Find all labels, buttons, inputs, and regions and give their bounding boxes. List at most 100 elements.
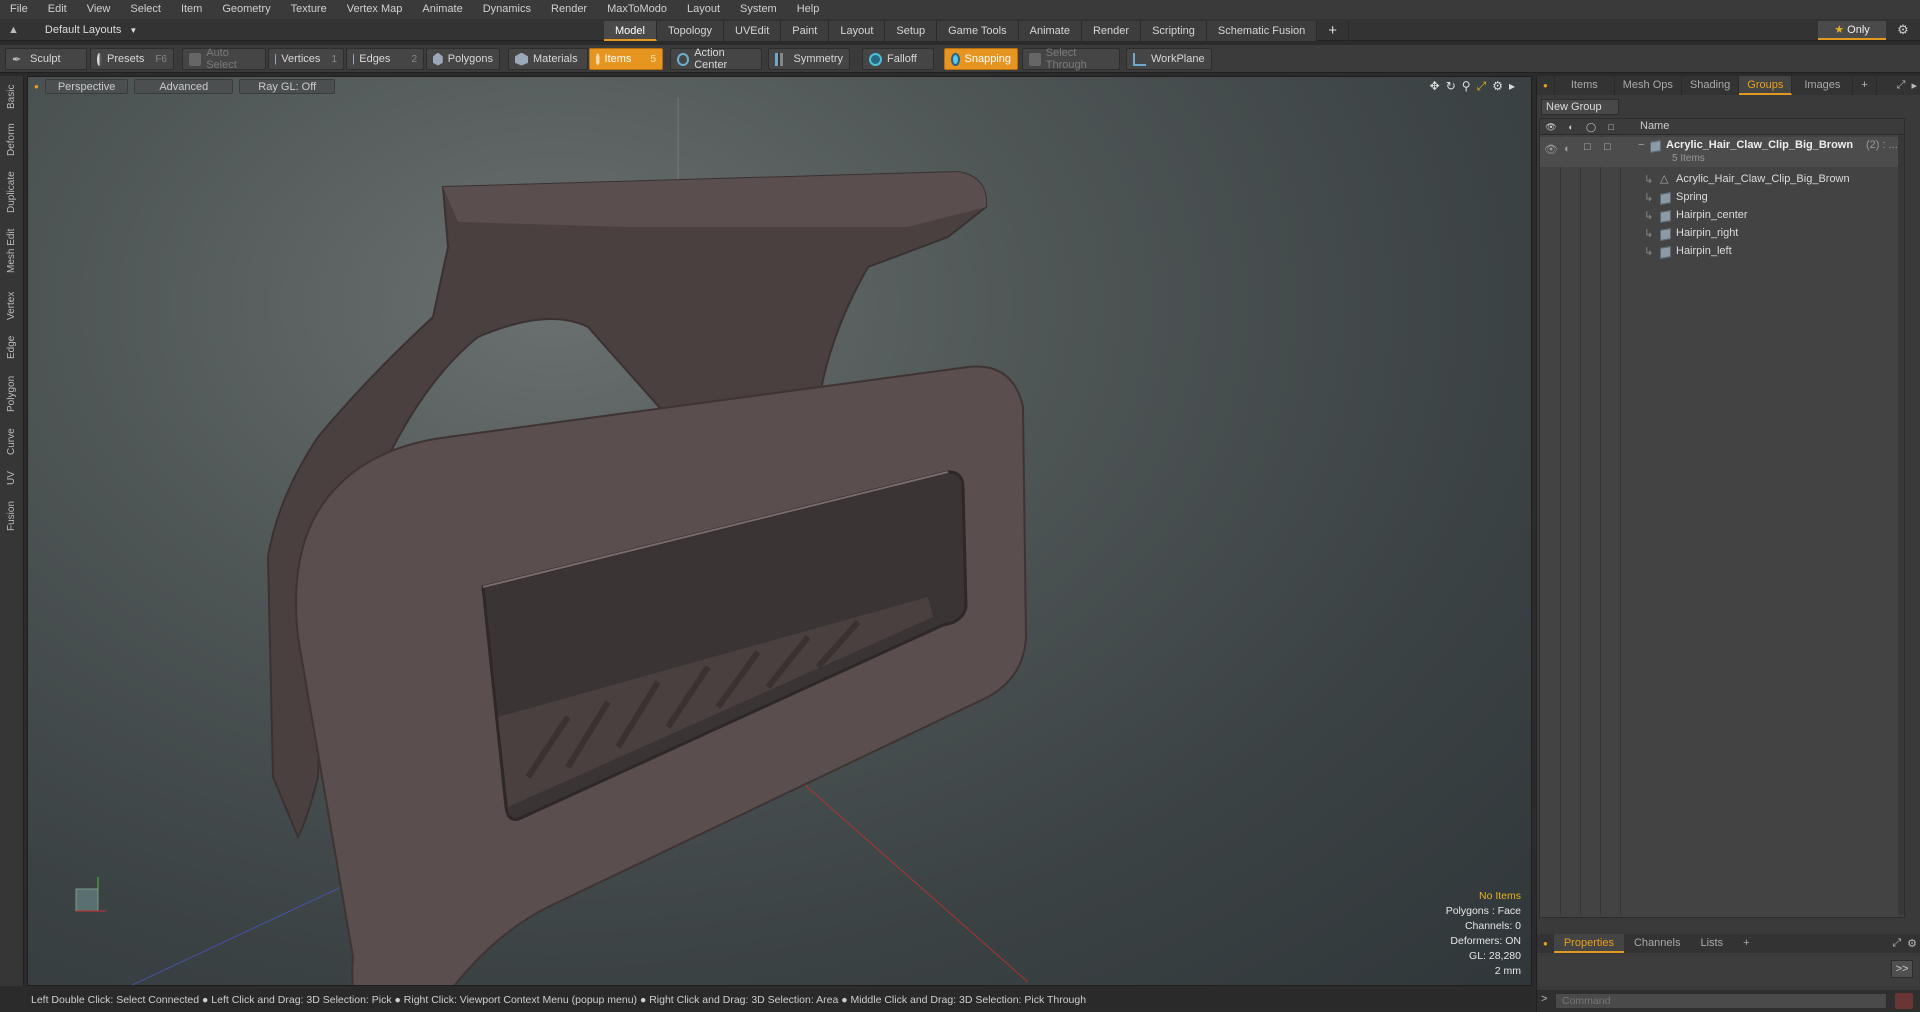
tab-mesh-ops[interactable]: Mesh Ops bbox=[1615, 76, 1682, 95]
view-mode-dropdown[interactable]: Perspective bbox=[44, 78, 129, 94]
add-panel-tab-icon[interactable]: + bbox=[1853, 76, 1877, 95]
tab-channels[interactable]: Channels bbox=[1624, 934, 1690, 953]
auto-select-button[interactable]: Auto Select bbox=[182, 47, 266, 71]
group-eye-icon[interactable]: 👁 bbox=[1544, 143, 1558, 156]
gear-icon[interactable]: ⚙ bbox=[1894, 21, 1912, 39]
panel-menu-dot[interactable]: ● bbox=[1537, 76, 1555, 95]
render-column-icon[interactable]: ◐ bbox=[1564, 121, 1578, 133]
left-tab-polygon[interactable]: Polygon bbox=[3, 372, 21, 416]
menu-item[interactable]: Item bbox=[171, 0, 212, 19]
tab-images[interactable]: Images bbox=[1792, 76, 1854, 95]
group-lock-checkbox[interactable]: □ bbox=[1584, 141, 1591, 153]
menu-view[interactable]: View bbox=[77, 0, 121, 19]
tab-groups[interactable]: Groups bbox=[1739, 76, 1793, 95]
select-through-button[interactable]: Select Through bbox=[1022, 47, 1120, 71]
left-tab-duplicate[interactable]: Duplicate bbox=[3, 168, 21, 216]
tab-lists[interactable]: Lists bbox=[1690, 934, 1733, 953]
raygl-dropdown[interactable]: Ray GL: Off bbox=[239, 78, 336, 94]
list-item[interactable]: ↳ Hairpin_right bbox=[1540, 225, 1904, 243]
tab-scripting[interactable]: Scripting bbox=[1141, 21, 1207, 41]
3d-viewport[interactable]: ● Perspective Advanced Ray GL: Off ✥ ↻ ⚲… bbox=[27, 76, 1532, 986]
tab-items[interactable]: Items bbox=[1555, 76, 1615, 95]
menu-layout[interactable]: Layout bbox=[677, 0, 730, 19]
viewport-expand-icon[interactable]: ▸ bbox=[1509, 79, 1515, 94]
menu-system[interactable]: System bbox=[730, 0, 787, 19]
list-item[interactable]: ↳ Spring bbox=[1540, 189, 1904, 207]
visibility-column-eye-icon[interactable]: 👁 bbox=[1544, 121, 1558, 133]
add-bottom-tab-icon[interactable]: + bbox=[1733, 934, 1759, 953]
viewport-gear-icon[interactable]: ⚙ bbox=[1492, 79, 1503, 94]
new-group-button[interactable]: New Group bbox=[1541, 99, 1619, 115]
command-stop-icon[interactable] bbox=[1895, 993, 1913, 1009]
edges-button[interactable]: Edges 2 bbox=[346, 48, 424, 70]
panel-arrow-icon[interactable]: ▸ bbox=[1911, 79, 1917, 92]
vertices-button[interactable]: Vertices 1 bbox=[268, 48, 344, 70]
tab-model[interactable]: Model bbox=[604, 21, 657, 41]
menu-geometry[interactable]: Geometry bbox=[212, 0, 280, 19]
group-render-icon[interactable]: ◐ bbox=[1564, 143, 1571, 155]
name-column-header[interactable]: Name bbox=[1640, 120, 1669, 132]
fit-view-icon[interactable]: ⤢ bbox=[1477, 79, 1487, 94]
tab-properties[interactable]: Properties bbox=[1553, 934, 1624, 953]
tab-animate[interactable]: Animate bbox=[1018, 21, 1082, 41]
groups-scrollbar[interactable] bbox=[1898, 135, 1904, 915]
left-tab-uv[interactable]: UV bbox=[3, 468, 21, 488]
polygons-button[interactable]: Polygons bbox=[426, 48, 500, 70]
bottom-expand-icon[interactable]: ⤢ bbox=[1892, 937, 1901, 950]
list-item[interactable]: ↳ Hairpin_left bbox=[1540, 243, 1904, 261]
zoom-view-icon[interactable]: ⚲ bbox=[1462, 79, 1471, 94]
menu-help[interactable]: Help bbox=[787, 0, 830, 19]
menu-edit[interactable]: Edit bbox=[38, 0, 77, 19]
expand-toggle-icon[interactable]: − bbox=[1638, 139, 1644, 151]
tab-layout[interactable]: Layout bbox=[829, 21, 886, 41]
tab-schematic-fusion[interactable]: Schematic Fusion bbox=[1206, 21, 1318, 41]
left-tab-basic[interactable]: Basic bbox=[3, 82, 21, 112]
menu-maxtomodo[interactable]: MaxToModo bbox=[597, 0, 677, 19]
snapping-button[interactable]: Snapping bbox=[944, 48, 1018, 70]
move-view-icon[interactable]: ✥ bbox=[1430, 79, 1440, 94]
list-item[interactable]: ↳ △ Acrylic_Hair_Claw_Clip_Big_Brown bbox=[1540, 171, 1904, 189]
left-tab-curve[interactable]: Curve bbox=[3, 426, 21, 458]
left-tab-edge[interactable]: Edge bbox=[3, 332, 21, 362]
viewport-menu-dot[interactable]: ● bbox=[34, 82, 39, 91]
menu-dynamics[interactable]: Dynamics bbox=[473, 0, 541, 19]
left-tab-vertex[interactable]: Vertex bbox=[3, 288, 21, 324]
group-select-checkbox[interactable]: □ bbox=[1604, 141, 1611, 153]
workplane-button[interactable]: WorkPlane bbox=[1126, 48, 1212, 70]
panel-expand-icon[interactable]: ⤢ bbox=[1897, 79, 1906, 92]
tab-render[interactable]: Render bbox=[1081, 21, 1142, 41]
layout-selector[interactable]: ▲ Default Layouts ▼ bbox=[8, 21, 137, 39]
items-button[interactable]: Items 5 bbox=[589, 48, 663, 70]
menu-animate[interactable]: Animate bbox=[412, 0, 472, 19]
list-item[interactable]: ↳ Hairpin_center bbox=[1540, 207, 1904, 225]
left-tab-mesh-edit[interactable]: Mesh Edit bbox=[3, 226, 21, 276]
sculpt-button[interactable]: ✒ Sculpt bbox=[5, 48, 87, 70]
select-column-icon[interactable]: □ bbox=[1604, 121, 1618, 133]
shading-dropdown[interactable]: Advanced bbox=[134, 78, 234, 94]
menu-select[interactable]: Select bbox=[120, 0, 171, 19]
presets-button[interactable]: Presets F6 bbox=[90, 48, 174, 70]
left-tab-fusion[interactable]: Fusion bbox=[3, 496, 21, 536]
tab-topology[interactable]: Topology bbox=[656, 21, 725, 41]
menu-vertex-map[interactable]: Vertex Map bbox=[337, 0, 413, 19]
menu-render[interactable]: Render bbox=[541, 0, 597, 19]
menu-texture[interactable]: Texture bbox=[281, 0, 337, 19]
bottom-panel-menu-dot[interactable]: ● bbox=[1537, 934, 1554, 953]
tab-shading[interactable]: Shading bbox=[1682, 76, 1740, 95]
rotate-view-icon[interactable]: ↻ bbox=[1446, 79, 1456, 94]
group-row[interactable]: 👁 ◐ □ □ − Acrylic_Hair_Claw_Clip_Big_Bro… bbox=[1540, 137, 1904, 167]
tab-game-tools[interactable]: Game Tools bbox=[937, 21, 1019, 41]
add-tab-icon[interactable]: + bbox=[1317, 21, 1350, 41]
command-input[interactable] bbox=[1555, 993, 1887, 1009]
left-tab-deform[interactable]: Deform bbox=[3, 120, 21, 160]
only-toggle[interactable]: ★ Only bbox=[1818, 21, 1886, 40]
falloff-button[interactable]: Falloff bbox=[862, 48, 934, 70]
tab-paint[interactable]: Paint bbox=[781, 21, 830, 41]
tab-uvedit[interactable]: UVEdit bbox=[724, 21, 782, 41]
bottom-gear-icon[interactable]: ⚙ bbox=[1907, 937, 1917, 950]
lock-column-icon[interactable]: ◯ bbox=[1584, 121, 1598, 133]
tab-setup[interactable]: Setup bbox=[885, 21, 938, 41]
expand-properties-button[interactable]: >> bbox=[1891, 960, 1913, 978]
action-center-button[interactable]: Action Center bbox=[670, 47, 762, 71]
menu-file[interactable]: File bbox=[0, 0, 38, 19]
